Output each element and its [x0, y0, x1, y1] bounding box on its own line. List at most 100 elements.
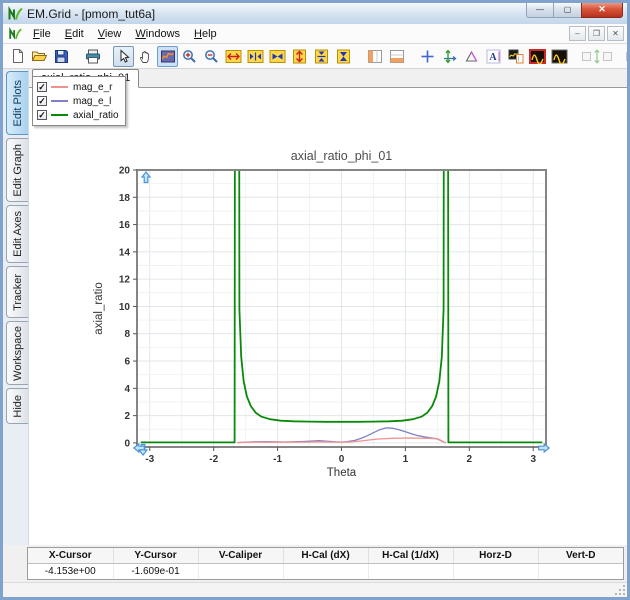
svg-text:16: 16 [119, 220, 131, 231]
status-col-x-cursor: X-Cursor [28, 548, 113, 563]
menu-items: FileEditViewWindowsHelp [26, 28, 224, 40]
chart-title: axial_ratio_phi_01 [291, 149, 393, 163]
sidebar-tab-hide[interactable]: Hide [6, 388, 28, 424]
svg-text:-3: -3 [145, 454, 154, 465]
menu-item-edit[interactable]: Edit [58, 26, 91, 42]
copy-plot-icon [508, 49, 524, 64]
save-icon [54, 49, 69, 64]
sidebar-tab-label: Hide [12, 395, 24, 418]
fit-y-icon [336, 49, 351, 64]
chart-svg[interactable]: 02468101214161820-3-2-10123axial_ratio_p… [29, 88, 627, 547]
svg-text:-2: -2 [209, 454, 218, 465]
split-vertical-button[interactable] [364, 46, 385, 67]
status-col-horz-d: Horz-D [453, 548, 538, 563]
delta-marker-button[interactable] [461, 46, 482, 67]
legend-label: mag_e_r [73, 82, 112, 93]
status-col-h-cal-dx-: H-Cal (dX) [283, 548, 368, 563]
legend-line-sample [51, 100, 68, 102]
svg-text:8: 8 [124, 329, 130, 340]
status-value-2 [198, 563, 283, 579]
plot-canvas[interactable]: 02468101214161820-3-2-10123axial_ratio_p… [29, 88, 627, 545]
resize-grip[interactable] [615, 585, 626, 596]
pan-hand-button[interactable] [135, 46, 156, 67]
move-axes-button[interactable] [439, 46, 460, 67]
expand-y-button[interactable] [289, 46, 310, 67]
sidebar-tabs: Edit Plots Edit Graph Edit Axes Tracker Work… [3, 69, 29, 545]
shrink-x-button[interactable] [245, 46, 266, 67]
menu-item-view[interactable]: View [91, 26, 129, 42]
status-value-1: -1.609e-01 [113, 563, 198, 579]
status-col-vert-d: Vert-D [538, 548, 623, 563]
svg-text:0: 0 [339, 454, 345, 465]
open-file-button[interactable] [29, 46, 50, 67]
text-annotation-icon: A [486, 49, 501, 64]
fit-x-button[interactable] [267, 46, 288, 67]
zoom-out-button[interactable] [201, 46, 222, 67]
legend-checkbox-axial_ratio[interactable]: ✓ [37, 110, 47, 120]
plot-style-button[interactable] [549, 46, 570, 67]
mdi-restore-button[interactable]: ❐ [588, 26, 605, 41]
menu-item-file[interactable]: File [26, 26, 58, 42]
link-vertical-button [580, 46, 614, 67]
sidebar-tab-label: Edit Axes [12, 211, 24, 257]
print-button[interactable] [82, 46, 103, 67]
select-arrow-button[interactable] [113, 46, 134, 67]
mdi-window-controls: – ❐ ✕ [569, 26, 624, 41]
shrink-x-icon [247, 49, 264, 64]
sidebar-tab-edit-plots[interactable]: Edit Plots [6, 71, 28, 135]
zoom-out-icon [204, 49, 219, 64]
mdi-close-button[interactable]: ✕ [607, 26, 624, 41]
x-axis-label: Theta [327, 467, 357, 479]
sidebar-tab-label: Edit Plots [12, 80, 24, 126]
sidebar-tab-label: Edit Graph [12, 144, 24, 197]
status-value-4 [368, 563, 453, 579]
crosshair-icon [420, 49, 435, 64]
status-bar [3, 582, 627, 597]
status-value-5 [453, 563, 538, 579]
svg-text:6: 6 [124, 357, 130, 368]
plot-style-active-icon [529, 49, 546, 64]
text-annotation-button[interactable]: A [483, 46, 504, 67]
save-button[interactable] [51, 46, 72, 67]
window-controls: — ▢ ✕ [526, 2, 623, 18]
maximize-button[interactable]: ▢ [554, 2, 581, 18]
menu-item-windows[interactable]: Windows [128, 26, 187, 42]
zoom-window-button[interactable] [157, 46, 178, 67]
select-arrow-icon [117, 49, 131, 64]
sidebar-tab-workspace[interactable]: Workspace [6, 321, 28, 385]
minimize-button[interactable]: — [526, 2, 554, 18]
title-bar: EM.Grid - [pmom_tut6a] — ▢ ✕ [3, 3, 627, 24]
svg-text:14: 14 [119, 247, 131, 258]
plot-style-active-button[interactable] [527, 46, 548, 67]
expand-x-icon [225, 49, 242, 64]
legend-item-mag_e_r: ✓ mag_e_r [37, 80, 119, 94]
split-horizontal-button[interactable] [386, 46, 407, 67]
close-button[interactable]: ✕ [581, 2, 623, 18]
plot-document: axial_ratio_phi_01 02468101214161820-3-2… [29, 69, 627, 545]
fit-y-button[interactable] [333, 46, 354, 67]
expand-x-button[interactable] [223, 46, 244, 67]
svg-text:A: A [489, 52, 497, 63]
menu-item-help[interactable]: Help [187, 26, 224, 42]
svg-text:4: 4 [124, 384, 130, 395]
legend-item-mag_e_l: ✓ mag_e_l [37, 94, 119, 108]
status-col-v-caliper: V-Caliper [198, 548, 283, 563]
legend-label: mag_e_l [73, 96, 111, 107]
status-col-y-cursor: Y-Cursor [113, 548, 198, 563]
zoom-in-button[interactable] [179, 46, 200, 67]
split-vertical-icon [367, 49, 383, 64]
legend-checkbox-mag_e_l[interactable]: ✓ [37, 96, 47, 106]
mdi-minimize-button[interactable]: – [569, 26, 586, 41]
shrink-y-icon [314, 49, 329, 64]
legend-checkbox-mag_e_r[interactable]: ✓ [37, 82, 47, 92]
shrink-y-button[interactable] [311, 46, 332, 67]
copy-plot-button[interactable] [505, 46, 526, 67]
link-vertical-icon [581, 49, 613, 64]
new-file-button[interactable] [7, 46, 28, 67]
sidebar-tab-edit-graph[interactable]: Edit Graph [6, 138, 28, 202]
open-file-icon [31, 48, 48, 64]
crosshair-button[interactable] [417, 46, 438, 67]
sidebar-tab-edit-axes[interactable]: Edit Axes [6, 205, 28, 263]
sidebar-tab-tracker[interactable]: Tracker [6, 266, 28, 318]
sidebar-tab-label: Workspace [12, 326, 24, 381]
